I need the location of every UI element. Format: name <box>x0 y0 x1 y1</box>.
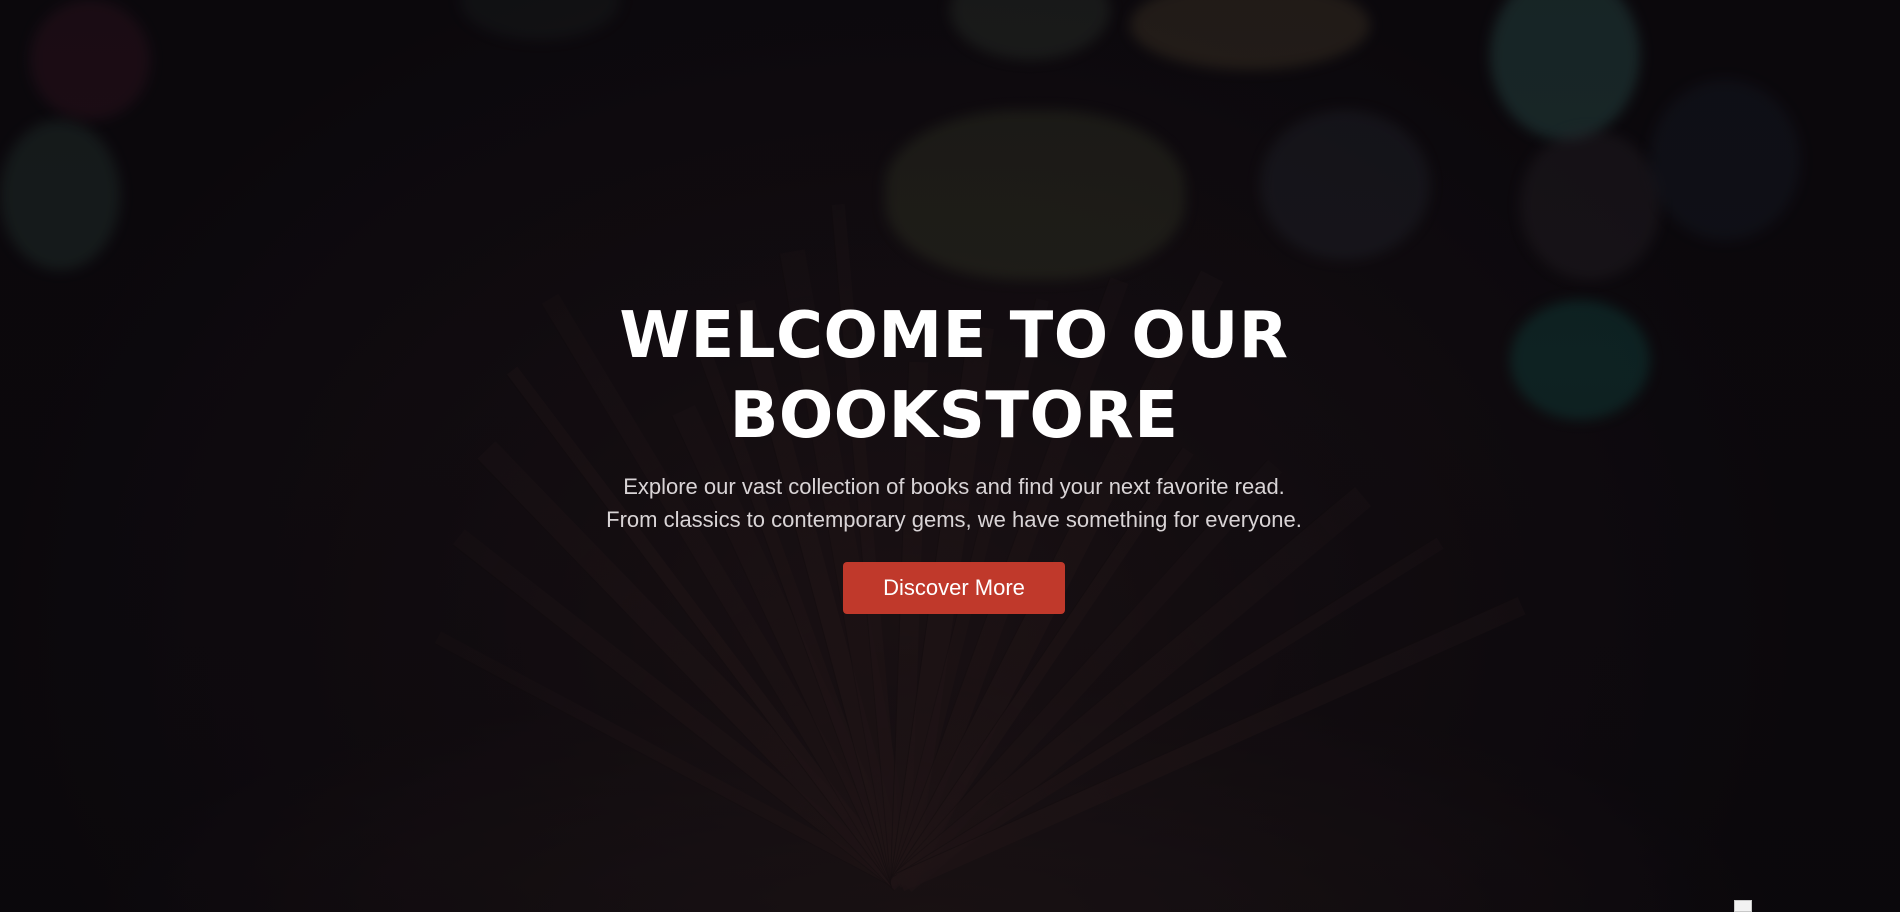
broken-image <box>1734 900 1900 912</box>
hero-title-line: WELCOME TO OUR <box>619 299 1289 373</box>
discover-more-button[interactable]: Discover More <box>843 562 1065 614</box>
broken-image-icon <box>1734 900 1752 912</box>
hero-title: WELCOME TO OUR BOOKSTORE <box>0 296 1900 456</box>
hero-subtitle: Explore our vast collection of books and… <box>0 470 1900 536</box>
hero-section: WELCOME TO OUR BOOKSTORE Explore our vas… <box>0 0 1900 912</box>
hero-content: WELCOME TO OUR BOOKSTORE Explore our vas… <box>0 0 1900 912</box>
hero-subtitle-line: From classics to contemporary gems, we h… <box>606 507 1302 532</box>
hero-subtitle-line: Explore our vast collection of books and… <box>623 474 1285 499</box>
hero-title-line: BOOKSTORE <box>729 379 1179 453</box>
